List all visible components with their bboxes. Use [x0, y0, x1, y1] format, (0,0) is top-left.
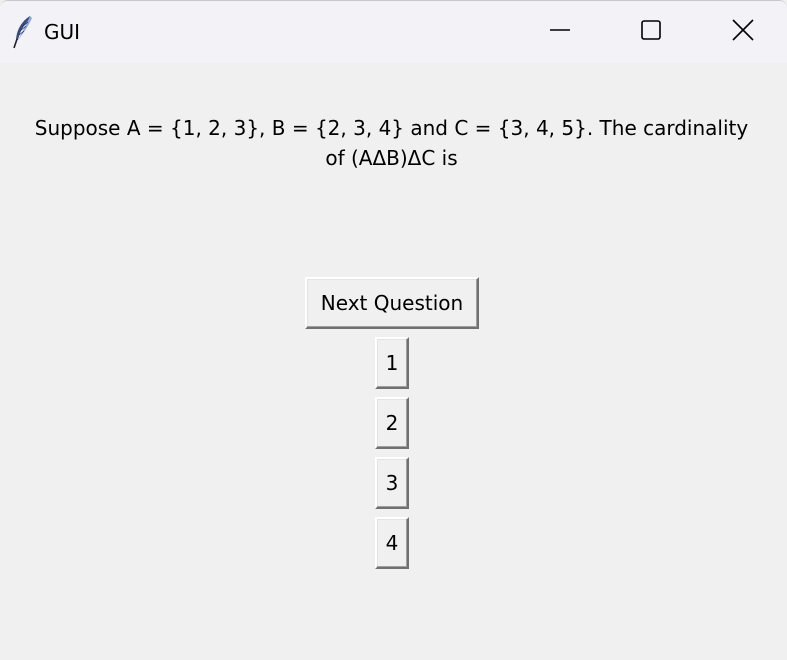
feather-icon: [12, 15, 34, 49]
option-button-1[interactable]: 1: [375, 337, 409, 389]
maximize-icon: [639, 18, 663, 46]
maximize-button[interactable]: [606, 1, 696, 63]
question-text-line-2: of (AΔB)ΔC is: [325, 146, 458, 170]
minimize-button[interactable]: [515, 1, 605, 63]
option-button-3[interactable]: 3: [375, 457, 409, 509]
option-button-2[interactable]: 2: [375, 397, 409, 449]
window-title: GUI: [44, 20, 81, 44]
title-bar[interactable]: GUI: [0, 1, 787, 63]
next-question-button[interactable]: Next Question: [305, 277, 479, 329]
option-button-4[interactable]: 4: [375, 517, 409, 569]
close-icon: [731, 18, 755, 46]
question-label: Suppose A = {1, 2, 3}, B = {2, 3, 4} and…: [20, 113, 763, 173]
question-text-line-1: Suppose A = {1, 2, 3}, B = {2, 3, 4} and…: [34, 116, 749, 140]
minimize-icon: [548, 18, 572, 46]
app-window: GUI Suppose A = {1, 2, 3}, B = {2, 3, 4}…: [0, 0, 787, 660]
close-button[interactable]: [698, 1, 787, 63]
